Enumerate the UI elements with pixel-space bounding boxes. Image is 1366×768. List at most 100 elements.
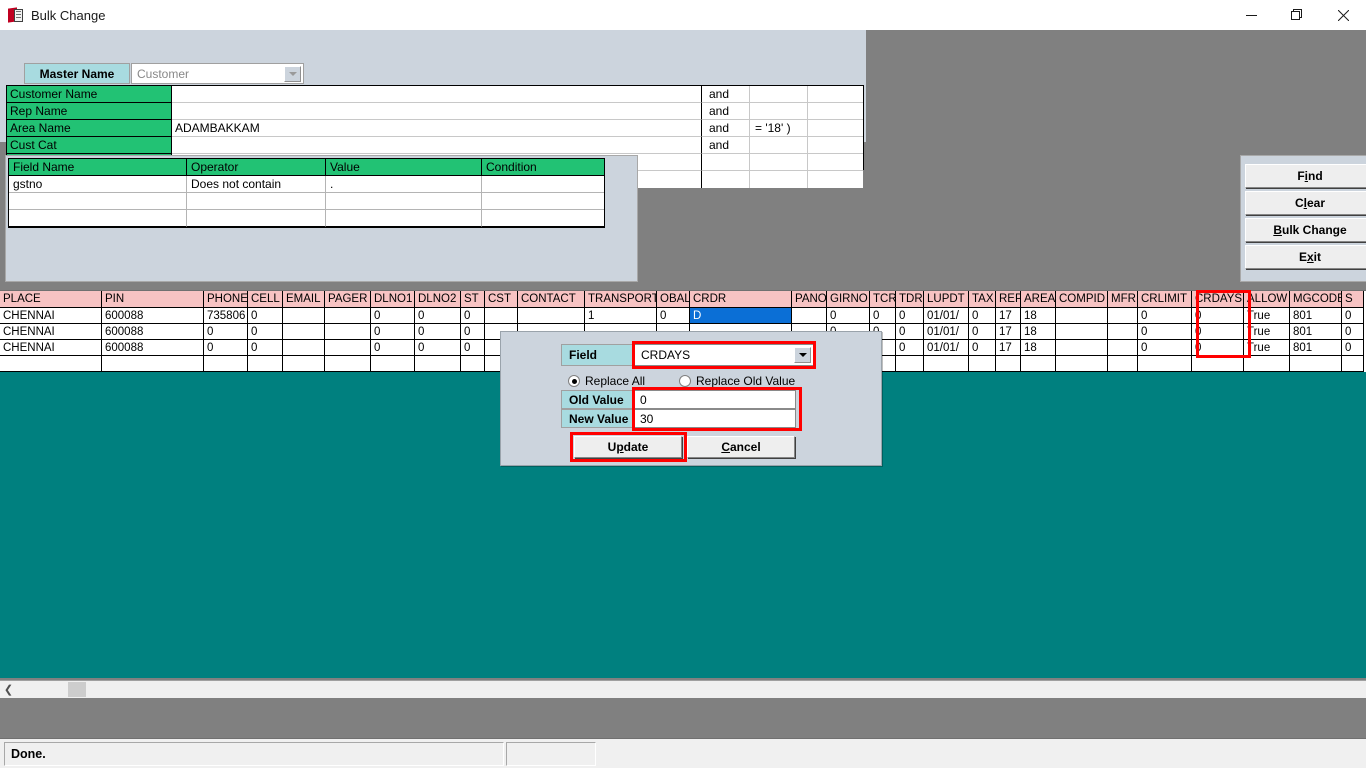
table-cell[interactable]	[1056, 340, 1108, 356]
column-header[interactable]: PHONE	[204, 291, 248, 308]
find-button[interactable]: Find	[1245, 164, 1366, 188]
table-cell[interactable]: 0	[371, 340, 415, 356]
table-cell[interactable]	[485, 308, 518, 324]
table-cell[interactable]: 01/01/	[924, 308, 969, 324]
table-cell[interactable]	[1021, 356, 1056, 372]
column-header[interactable]: PLACE	[0, 291, 102, 308]
table-cell[interactable]	[1056, 356, 1108, 372]
column-header[interactable]: S	[1342, 291, 1364, 308]
table-cell[interactable]	[1056, 308, 1108, 324]
table-cell[interactable]: True	[1244, 308, 1290, 324]
table-cell[interactable]: 0	[969, 308, 996, 324]
column-header[interactable]: TRANSPORT	[585, 291, 657, 308]
table-cell[interactable]: 600088	[102, 340, 204, 356]
table-cell[interactable]: 0	[248, 324, 283, 340]
table-cell[interactable]: 0	[461, 324, 485, 340]
table-cell[interactable]	[969, 356, 996, 372]
column-header[interactable]: PAGER	[325, 291, 371, 308]
radio-replace-all[interactable]: Replace All	[568, 374, 645, 388]
table-cell[interactable]: 01/01/	[924, 340, 969, 356]
table-cell[interactable]: 0	[896, 340, 924, 356]
table-cell[interactable]: 801	[1290, 324, 1342, 340]
table-cell[interactable]	[518, 308, 585, 324]
table-cell[interactable]: 0	[1138, 324, 1192, 340]
field-grid-cell[interactable]	[187, 210, 326, 227]
bulk-change-button[interactable]: Bulk Change	[1245, 218, 1366, 242]
scrollbar-thumb[interactable]	[68, 682, 86, 697]
table-cell[interactable]: 18	[1021, 324, 1056, 340]
column-header[interactable]: CRDAYS	[1192, 291, 1244, 308]
table-cell[interactable]: 0	[870, 308, 896, 324]
clear-button[interactable]: Clear	[1245, 191, 1366, 215]
table-cell[interactable]: 0	[248, 308, 283, 324]
table-cell[interactable]: 0	[1192, 340, 1244, 356]
table-cell[interactable]	[1138, 356, 1192, 372]
column-header[interactable]: CRDR	[690, 291, 792, 308]
table-cell[interactable]: 0	[969, 324, 996, 340]
table-cell[interactable]: D	[690, 308, 792, 324]
column-header[interactable]: PIN	[102, 291, 204, 308]
column-header[interactable]: EMAIL	[283, 291, 325, 308]
table-cell[interactable]: 735806	[204, 308, 248, 324]
table-cell[interactable]: 0	[1192, 308, 1244, 324]
close-icon[interactable]	[1320, 0, 1366, 30]
table-cell[interactable]: 801	[1290, 308, 1342, 324]
table-cell[interactable]: 18	[1021, 308, 1056, 324]
table-cell[interactable]: 0	[415, 324, 461, 340]
table-cell[interactable]	[283, 340, 325, 356]
table-cell[interactable]: 0	[371, 308, 415, 324]
update-button[interactable]: Update	[574, 436, 682, 458]
table-cell[interactable]: CHENNAI	[0, 308, 102, 324]
field-grid-cell[interactable]	[326, 193, 482, 210]
column-header[interactable]: COMPID	[1056, 291, 1108, 308]
table-cell[interactable]	[1342, 356, 1364, 372]
field-grid-cell[interactable]	[482, 210, 604, 227]
maximize-icon[interactable]	[1274, 0, 1320, 30]
table-cell[interactable]	[415, 356, 461, 372]
table-cell[interactable]	[1192, 356, 1244, 372]
field-grid-cell[interactable]	[482, 193, 604, 210]
table-cell[interactable]: 600088	[102, 324, 204, 340]
field-grid-cell[interactable]	[482, 176, 604, 193]
table-cell[interactable]: 0	[896, 324, 924, 340]
column-header[interactable]: PANO	[792, 291, 827, 308]
table-cell[interactable]	[283, 308, 325, 324]
table-cell[interactable]: 0	[415, 340, 461, 356]
chevron-down-icon[interactable]	[284, 66, 301, 82]
table-cell[interactable]	[0, 356, 102, 372]
criteria-value-input[interactable]	[172, 137, 702, 154]
table-cell[interactable]: 0	[1342, 308, 1364, 324]
table-cell[interactable]	[996, 356, 1021, 372]
table-cell[interactable]	[1108, 356, 1138, 372]
table-cell[interactable]	[1108, 324, 1138, 340]
column-header[interactable]: LUPDT	[924, 291, 969, 308]
minimize-icon[interactable]	[1228, 0, 1274, 30]
table-cell[interactable]	[896, 356, 924, 372]
table-cell[interactable]: 01/01/	[924, 324, 969, 340]
column-header[interactable]: AREA	[1021, 291, 1056, 308]
chevron-down-icon[interactable]	[794, 347, 811, 363]
table-cell[interactable]: 0	[896, 308, 924, 324]
criteria-value-input[interactable]: ADAMBAKKAM	[172, 120, 702, 137]
field-grid-cell[interactable]	[9, 210, 187, 227]
table-cell[interactable]: True	[1244, 340, 1290, 356]
table-cell[interactable]	[1108, 308, 1138, 324]
table-cell[interactable]	[1290, 356, 1342, 372]
table-cell[interactable]: 0	[371, 324, 415, 340]
table-cell[interactable]: 0	[248, 340, 283, 356]
criteria-value-input[interactable]	[172, 103, 702, 120]
field-grid-cell[interactable]	[326, 210, 482, 227]
table-cell[interactable]: 17	[996, 324, 1021, 340]
column-header[interactable]: MGCODE	[1290, 291, 1342, 308]
table-cell[interactable]	[204, 356, 248, 372]
column-header[interactable]: TCR	[870, 291, 896, 308]
table-cell[interactable]	[283, 356, 325, 372]
table-cell[interactable]: 801	[1290, 340, 1342, 356]
table-cell[interactable]: 17	[996, 308, 1021, 324]
table-cell[interactable]	[924, 356, 969, 372]
table-cell[interactable]: 0	[1138, 308, 1192, 324]
table-cell[interactable]	[325, 340, 371, 356]
table-cell[interactable]: 0	[415, 308, 461, 324]
table-cell[interactable]	[325, 356, 371, 372]
horizontal-scrollbar[interactable]: ❮	[0, 680, 1366, 698]
